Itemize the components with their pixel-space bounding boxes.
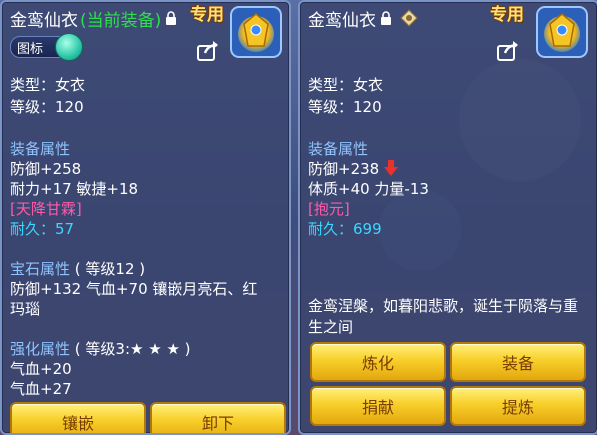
item-name: 金鸾仙衣 [10, 10, 78, 31]
gem-header-row: 宝石属性 ( 等级12 ) [10, 258, 145, 279]
defense-line: 防御+238 [308, 160, 380, 178]
current-equipment-panel: 金鸾仙衣 (当前装备) 专用 图标 类型：女衣 等级：120 装备属性 防御+2… [0, 0, 291, 435]
enhance-level: ( 等级3: [74, 340, 131, 358]
equip-attr-header: 装备属性 [308, 140, 369, 158]
refine-button[interactable]: 炼化 [310, 342, 446, 382]
item-title-row: 金鸾仙衣 (当前装备) [10, 6, 177, 31]
donate-button[interactable]: 捐献 [310, 386, 446, 426]
icon-toggle[interactable]: 图标 [10, 33, 83, 61]
endurance-agility-line: 耐力+17 敏捷+18 [10, 180, 139, 198]
special-effect-line: [天降甘霖] [10, 200, 82, 218]
enhance-line-1: 气血+20 [10, 360, 72, 378]
special-effect-line: [抱元] [308, 200, 350, 218]
compare-equipment-panel: 金鸾仙衣 专用 类型：女衣 等级：120 装备属性 防御+238 体质+40 力… [298, 0, 597, 435]
toggle-knob [55, 33, 83, 61]
gem-level: ( 等级12 ) [74, 260, 146, 278]
durability-line: 耐久：699 [308, 220, 382, 238]
enhance-header: 强化属性 [10, 340, 71, 358]
icon-toggle-label: 图标 [17, 41, 44, 57]
enhance-header-row: 强化属性 ( 等级3:★ ★ ★ ) [10, 338, 191, 359]
defense-line: 防御+258 [10, 160, 82, 178]
item-treasure-icon[interactable] [536, 6, 588, 58]
type-line: 类型：女衣 [10, 76, 86, 94]
enhance-stars: ★ ★ ★ ) [130, 340, 191, 358]
equip-button[interactable]: 装备 [450, 342, 586, 382]
item-description: 金鸾涅槃，如暮阳悲歌，诞生于陨落与重生之间 [308, 297, 579, 336]
lock-icon [381, 11, 391, 25]
exclusive-label: 专用 [490, 5, 524, 25]
gem-line-2: 玛瑙 [10, 300, 41, 318]
unequip-button[interactable]: 卸下 [150, 402, 286, 433]
extract-button[interactable]: 提炼 [450, 386, 586, 426]
type-line: 类型：女衣 [308, 76, 384, 94]
item-name: 金鸾仙衣 [308, 10, 376, 31]
down-arrow-icon [383, 160, 398, 176]
share-icon[interactable] [496, 40, 520, 62]
exclusive-label: 专用 [190, 5, 224, 25]
enhance-line-2: 气血+27 [10, 380, 72, 398]
level-line: 等级：120 [308, 98, 382, 116]
gem-line-1: 防御+132 气血+70 镶嵌月亮石、红 [10, 280, 258, 298]
share-icon[interactable] [196, 40, 220, 62]
durability-line: 耐久：57 [10, 220, 75, 238]
item-title-row: 金鸾仙衣 [308, 6, 418, 31]
equipped-tag: (当前装备) [80, 10, 162, 31]
equip-attr-header: 装备属性 [10, 140, 71, 158]
level-line: 等级：120 [10, 98, 84, 116]
defense-row: 防御+238 [308, 158, 398, 179]
lock-icon [166, 11, 177, 25]
item-treasure-icon[interactable] [230, 6, 282, 58]
gem-header: 宝石属性 [10, 260, 71, 278]
badge-icon [400, 9, 418, 27]
physique-strength-line: 体质+40 力量-13 [308, 180, 429, 198]
inlay-button[interactable]: 镶嵌 [10, 402, 146, 433]
